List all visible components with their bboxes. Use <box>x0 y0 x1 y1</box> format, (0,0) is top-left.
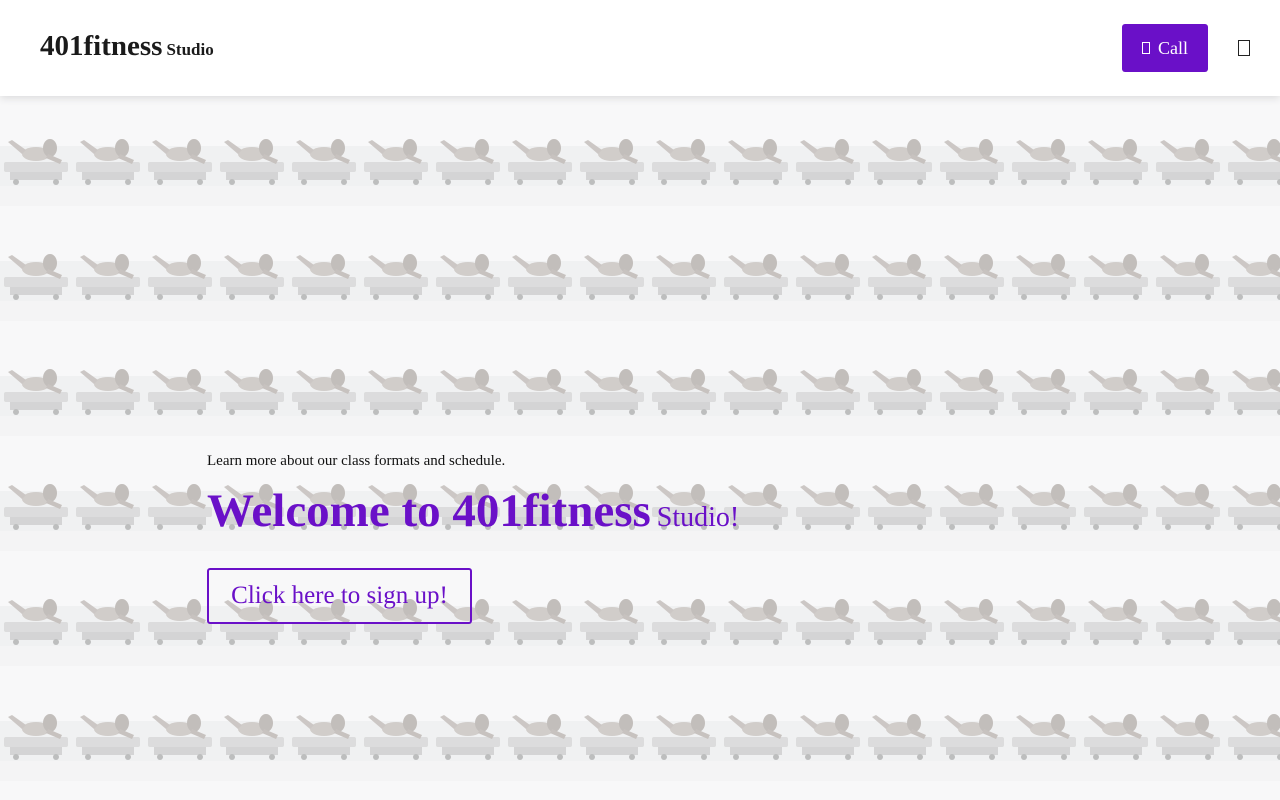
hero-background-image <box>0 96 1280 800</box>
call-button-label: Call <box>1158 37 1188 58</box>
menu-icon[interactable] <box>1238 40 1250 56</box>
hero-intro-text: Learn more about our class formats and s… <box>207 453 506 469</box>
hero-title-main: Welcome to 401fitness <box>207 485 651 537</box>
brand-subtitle: Studio <box>166 40 214 59</box>
site-header: 401fitness Studio Call <box>0 0 1280 96</box>
hero-section: Learn more about our class formats and s… <box>0 96 1280 800</box>
brand-name: 401fitness <box>40 30 163 62</box>
call-button[interactable]: Call <box>1122 24 1208 72</box>
hero-content: Learn more about our class formats and s… <box>207 453 739 624</box>
page: 401fitness Studio Call Learn more about … <box>0 0 1280 800</box>
phone-icon <box>1142 42 1150 54</box>
hero-title: Welcome to 401fitness Studio! <box>207 484 739 538</box>
site-logo[interactable]: 401fitness Studio <box>40 30 214 63</box>
hero-title-sub: Studio! <box>656 502 740 533</box>
signup-button[interactable]: Click here to sign up! <box>207 568 472 624</box>
